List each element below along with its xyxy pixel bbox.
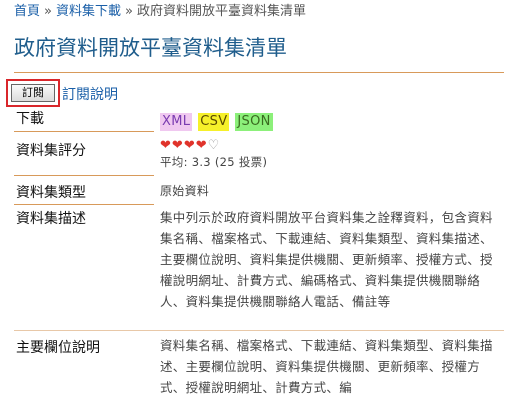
description-value: 集中列示於政府資料開放平台資料集之詮釋資料，包含資料集名稱、檔案格式、下載連結、…	[160, 210, 493, 309]
download-json-link[interactable]: JSON	[235, 113, 273, 131]
rating-value: ❤❤❤❤♡ 平均: 3.3 (25 投票)	[160, 137, 500, 171]
subscribe-highlight-box: 訂閱	[6, 79, 60, 107]
row-divider	[14, 175, 154, 176]
star-filled-icon[interactable]: ❤	[196, 138, 208, 153]
fields-value: 資料集名稱、檔案格式、下載連結、資料集類型、資料集描述、主要欄位說明、資料集提供…	[160, 338, 493, 395]
row-divider	[14, 131, 154, 132]
download-xml-link[interactable]: XML	[160, 113, 193, 131]
rating-stars[interactable]: ❤❤❤❤♡	[160, 137, 500, 154]
type-label: 資料集類型	[16, 185, 86, 201]
download-formats: XML CSV JSON	[160, 110, 500, 131]
rating-label: 資料集評分	[16, 143, 86, 159]
breadcrumb: 首頁» 資料集下載» 政府資料開放平臺資料集清單	[14, 0, 306, 19]
fields-label: 主要欄位說明	[16, 340, 100, 356]
breadcrumb-separator: »	[125, 4, 133, 19]
title-divider	[14, 72, 504, 73]
subscribe-button[interactable]: 訂閱	[11, 84, 55, 102]
star-filled-icon[interactable]: ❤	[184, 138, 196, 153]
breadcrumb-current: 政府資料開放平臺資料集清單	[136, 4, 306, 19]
row-divider	[14, 204, 154, 205]
star-filled-icon[interactable]: ❤	[172, 138, 184, 153]
star-filled-icon[interactable]: ❤	[160, 138, 172, 153]
star-empty-icon[interactable]: ♡	[208, 138, 221, 153]
row-divider	[14, 330, 504, 331]
rating-average: 平均: 3.3 (25 投票)	[160, 155, 268, 169]
breadcrumb-separator: »	[44, 4, 52, 19]
download-label: 下載	[16, 111, 44, 127]
breadcrumb-download-link[interactable]: 資料集下載	[56, 4, 121, 19]
download-csv-link[interactable]: CSV	[198, 113, 230, 131]
breadcrumb-home-link[interactable]: 首頁	[14, 4, 40, 19]
subscribe-help-link[interactable]: 訂閱說明	[62, 84, 118, 104]
type-value: 原始資料	[160, 184, 210, 198]
description-label: 資料集描述	[16, 211, 86, 227]
page-title: 政府資料開放平臺資料集清單	[14, 36, 287, 60]
